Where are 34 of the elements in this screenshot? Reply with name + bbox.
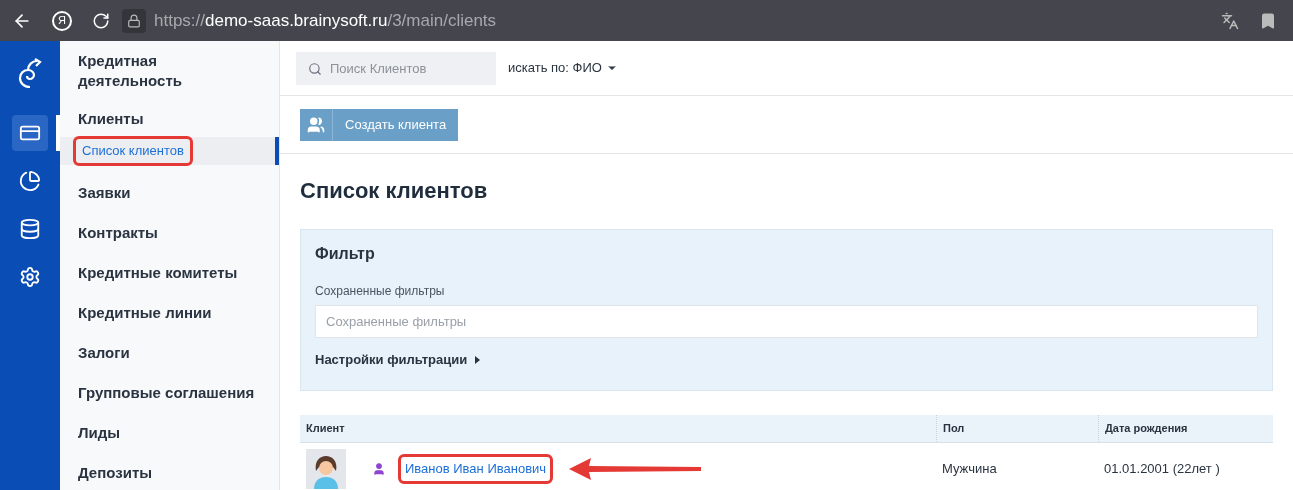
- table-cell-text: Мужчина: [941, 460, 998, 479]
- lock-icon[interactable]: [122, 8, 146, 33]
- field-label: Сохраненные фильтры: [315, 283, 446, 300]
- column-header: Клиент: [305, 420, 346, 436]
- person-icon: [372, 462, 386, 476]
- search-field[interactable]: Поиск Клиентов: [296, 51, 496, 85]
- translate-icon[interactable]: [1221, 11, 1239, 30]
- page-title: Список клиентов: [300, 177, 489, 205]
- avatar-icon: [306, 449, 346, 489]
- reload-icon[interactable]: [92, 11, 110, 30]
- users-icon: [307, 115, 325, 134]
- sidebar-title: Кредитная деятельность: [77, 51, 183, 91]
- sidebar-item[interactable]: Залоги: [60, 333, 279, 373]
- column-header: Дата рождения: [1098, 414, 1273, 442]
- card-icon[interactable]: [12, 115, 48, 151]
- filter-title: Фильтр: [315, 244, 376, 264]
- sidebar-item[interactable]: Кредитные комитеты: [60, 253, 279, 293]
- address-url[interactable]: https://demo-saas.brainysoft.ru/3/main/clients: [154, 7, 497, 34]
- sidebar-item[interactable]: Депозиты: [60, 453, 279, 490]
- search-icon: [308, 61, 322, 76]
- browser-logo-icon[interactable]: Я: [52, 10, 72, 31]
- sidebar-item[interactable]: Контракты: [60, 213, 279, 253]
- sidebar-item[interactable]: Лиды: [60, 413, 279, 453]
- search-by-dropdown[interactable]: искать по: ФИО: [508, 58, 618, 78]
- sidebar-item[interactable]: Клиенты: [60, 101, 279, 137]
- saved-filters-field[interactable]: Сохраненные фильтры: [315, 305, 1258, 338]
- column-header: Пол: [936, 414, 1098, 442]
- sidebar-item[interactable]: Заявки: [60, 173, 279, 213]
- sidebar-item[interactable]: Кредитные линии: [60, 293, 279, 333]
- client-link[interactable]: Иванов Иван Иванович: [405, 459, 547, 479]
- table-cell-text: 01.01.2001 (22лет ): [1103, 460, 1221, 479]
- sidebar-item[interactable]: Групповые соглашения: [60, 373, 279, 413]
- bookmark-icon[interactable]: [1259, 11, 1277, 30]
- filter-settings-toggle[interactable]: Настройки фильтрации: [315, 350, 481, 370]
